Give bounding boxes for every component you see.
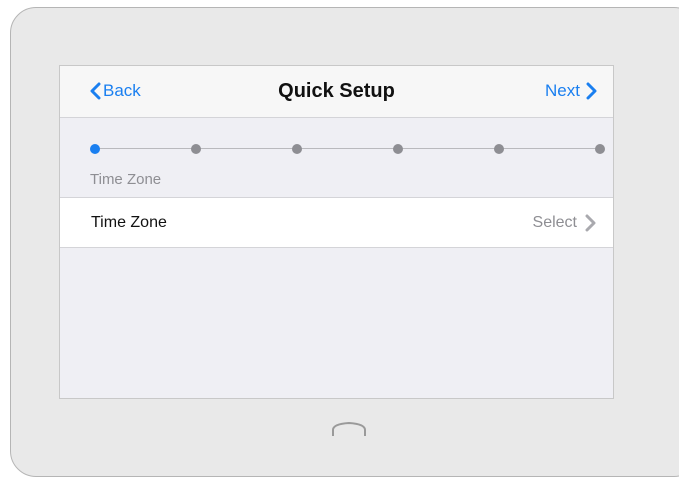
home-button-icon[interactable] — [330, 420, 368, 438]
time-zone-row-value: Select — [532, 214, 577, 231]
time-zone-row-label: Time Zone — [91, 214, 167, 231]
step-dot-2 — [191, 144, 201, 154]
chevron-right-icon — [586, 82, 597, 100]
time-zone-select[interactable]: Select — [533, 214, 613, 232]
step-dot-4 — [393, 144, 403, 154]
chevron-right-icon — [585, 214, 596, 232]
navigation-bar: Back Quick Setup Next — [60, 66, 613, 118]
step-dot-5 — [494, 144, 504, 154]
screen: Back Quick Setup Next Time Zone Time Zon… — [59, 65, 614, 399]
time-zone-row[interactable]: Time Zone Select — [60, 197, 613, 248]
next-button-label: Next — [545, 81, 580, 100]
next-button[interactable]: Next — [545, 81, 613, 101]
step-dot-1 — [90, 144, 100, 154]
step-dot-6 — [595, 144, 605, 154]
page-title: Quick Setup — [278, 80, 395, 102]
current-step-label: Time Zone — [90, 171, 162, 188]
progress-track — [94, 148, 601, 149]
step-dot-3 — [292, 144, 302, 154]
step-progress-indicator — [90, 143, 605, 155]
